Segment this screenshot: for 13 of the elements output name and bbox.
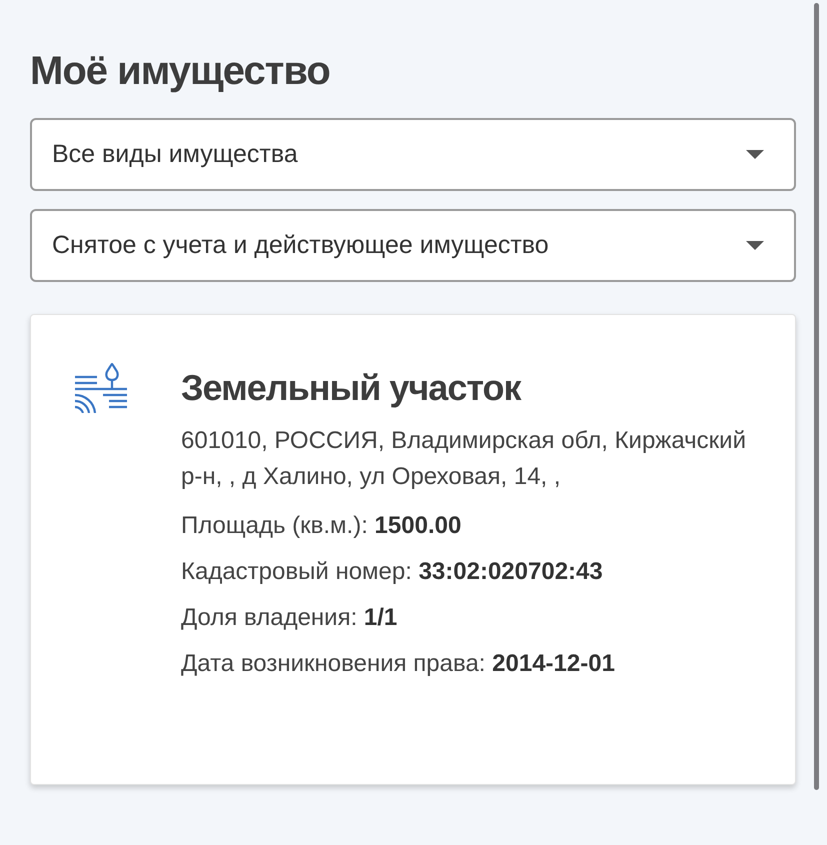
- caret-icon: [746, 241, 764, 250]
- caret-icon: [746, 150, 764, 159]
- property-detail: Кадастровый номер: 33:02:020702:43: [181, 557, 604, 587]
- filter-dropdown[interactable]: Снятое с учета и действующее имущество: [30, 209, 796, 282]
- property-title: Земельный участок: [181, 366, 522, 410]
- land-plot-icon: [73, 363, 129, 413]
- page-title: Моё имущество: [30, 48, 331, 95]
- filter-dropdown[interactable]: Все виды имущества: [30, 118, 796, 191]
- property-detail: Площадь (кв.м.): 1500.00: [181, 511, 462, 541]
- scrollbar[interactable]: [814, 3, 819, 790]
- property-detail: Доля владения: 1/1: [181, 603, 398, 633]
- property-address: 601010, РОССИЯ, Владимирская обл, Киржачский р-н, , д Халино, ул Ореховая, 14, ,: [181, 426, 747, 492]
- property-detail: Дата возникновения права: 2014-12-01: [181, 649, 616, 679]
